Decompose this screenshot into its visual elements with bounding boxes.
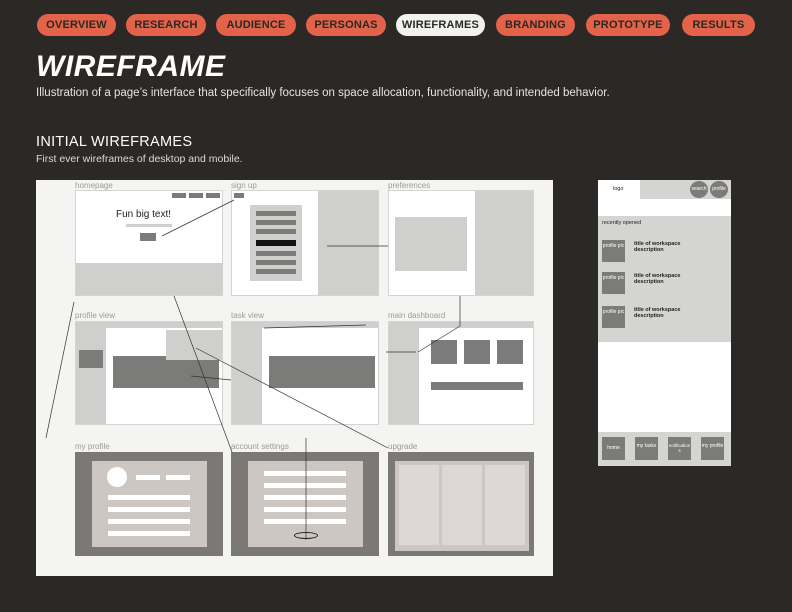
section-title: INITIAL WIREFRAMES bbox=[36, 134, 193, 150]
recently-opened-panel: recently opened profile pic title of wor… bbox=[598, 216, 731, 342]
nav-wireframes[interactable]: WIREFRAMES bbox=[396, 14, 485, 36]
desktop-wireframes-image: homepage Fun big text! sign up preferenc… bbox=[36, 180, 553, 576]
mobile-search-button[interactable]: search bbox=[690, 181, 708, 198]
nav-research[interactable]: RESEARCH bbox=[126, 14, 206, 36]
workspace-desc-2: description bbox=[634, 279, 664, 285]
workspace-desc-3: description bbox=[634, 313, 664, 319]
workspace-pic-1[interactable]: profile pic bbox=[602, 240, 625, 262]
bottom-nav-notifications[interactable]: notifications bbox=[668, 437, 691, 460]
page-description: Illustration of a page’s interface that … bbox=[36, 87, 610, 99]
nav-prototype[interactable]: PROTOTYPE bbox=[586, 14, 670, 36]
nav-branding[interactable]: BRANDING bbox=[496, 14, 575, 36]
bottom-nav-my-profile[interactable]: my profile bbox=[701, 437, 724, 460]
nav-results[interactable]: RESULTS bbox=[682, 14, 755, 36]
mobile-wireframe: logo search profile recently opened prof… bbox=[598, 180, 731, 466]
page-title: WIREFRAME bbox=[36, 50, 226, 83]
nav-personas[interactable]: PERSONAS bbox=[306, 14, 386, 36]
bottom-nav-my-tasks[interactable]: my tasks bbox=[635, 437, 658, 460]
mobile-profile-button[interactable]: profile bbox=[710, 181, 728, 198]
section-nav: OVERVIEW RESEARCH AUDIENCE PERSONAS WIRE… bbox=[0, 14, 792, 36]
workspace-desc-1: description bbox=[634, 247, 664, 253]
recently-opened-title: recently opened bbox=[602, 220, 642, 226]
mobile-bottom-nav: home my tasks notifications my profile bbox=[598, 432, 731, 466]
mobile-logo: logo bbox=[613, 186, 624, 192]
nav-overview[interactable]: OVERVIEW bbox=[37, 14, 116, 36]
nav-audience[interactable]: AUDIENCE bbox=[216, 14, 296, 36]
section-subtitle: First ever wireframes of desktop and mob… bbox=[36, 153, 243, 165]
flow-arrows bbox=[45, 199, 461, 540]
workspace-pic-2[interactable]: profile pic bbox=[602, 272, 625, 294]
bottom-nav-home[interactable]: home bbox=[602, 437, 625, 460]
workspace-pic-3[interactable]: profile pic bbox=[602, 306, 625, 328]
